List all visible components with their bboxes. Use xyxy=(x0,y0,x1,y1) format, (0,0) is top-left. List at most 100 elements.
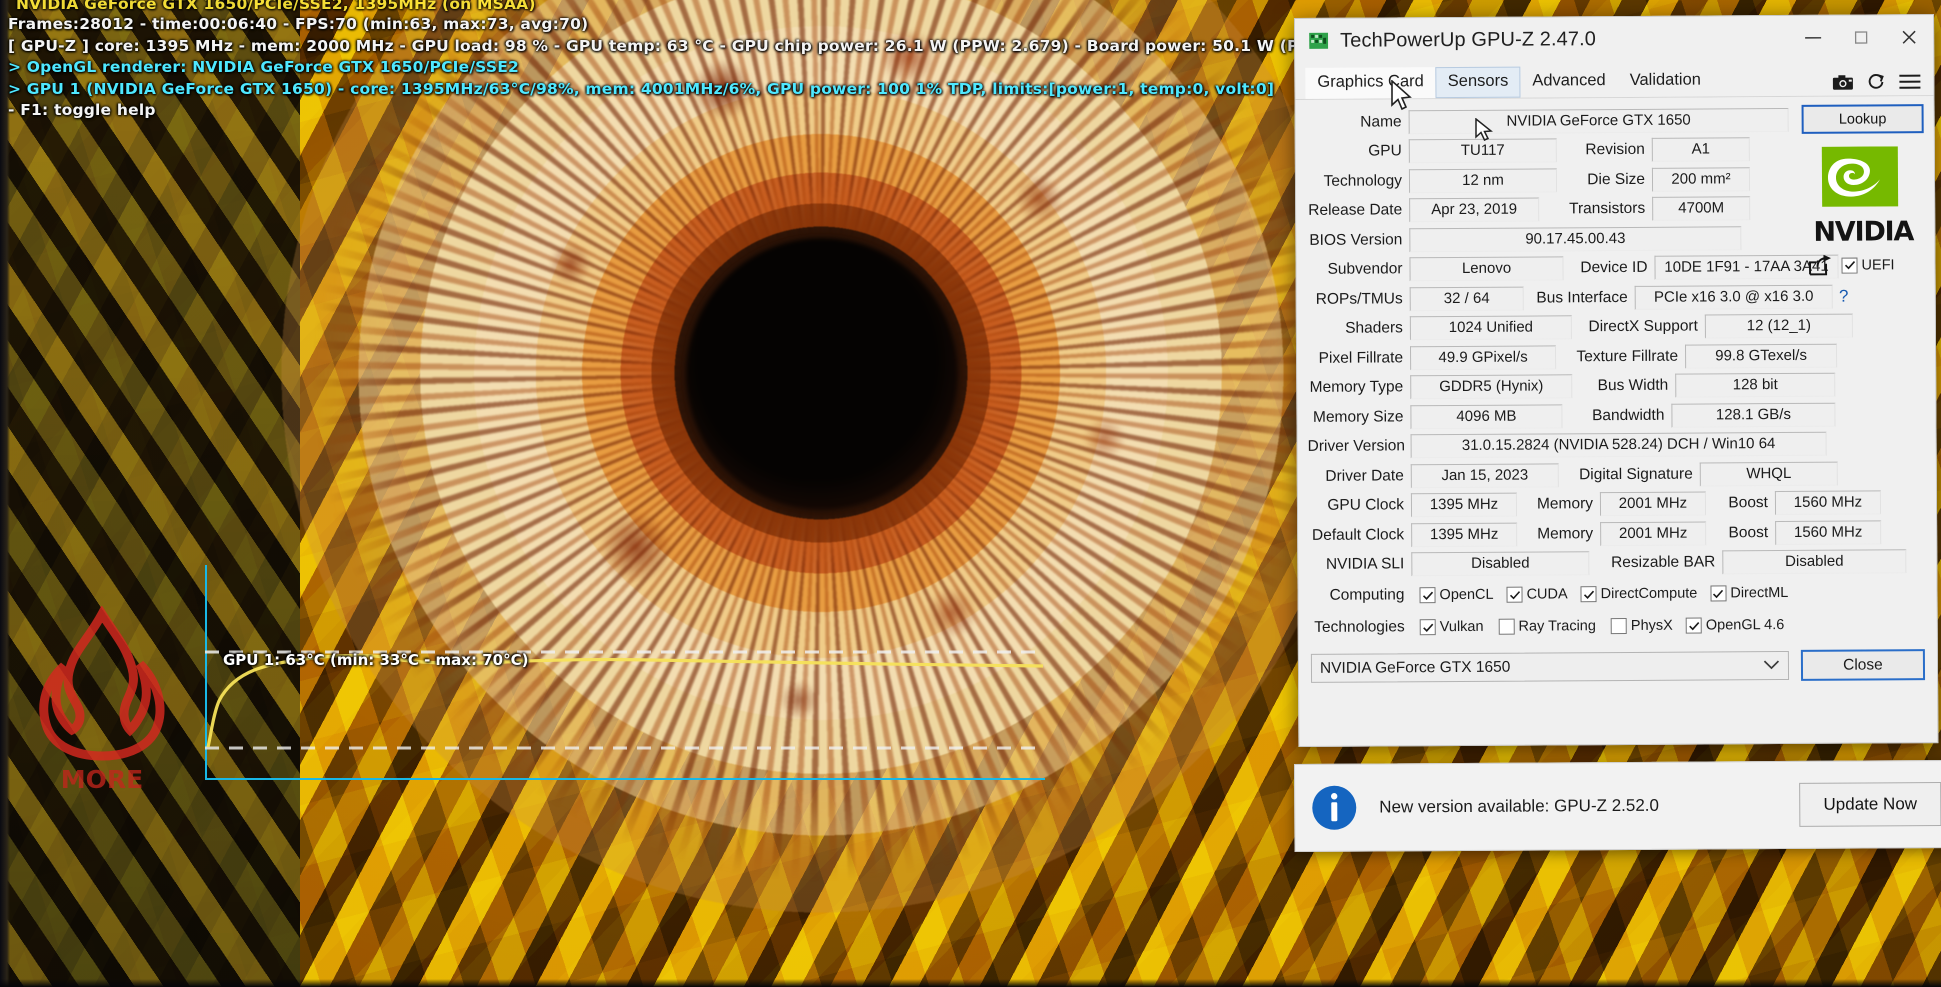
value-memory-size: 4096 MB xyxy=(1410,404,1563,430)
checkbox-opencl-label: OpenCL xyxy=(1439,586,1494,604)
lookup-button[interactable]: Lookup xyxy=(1801,104,1924,134)
mouse-cursor-name-field xyxy=(1475,118,1493,141)
checkbox-cuda-label: CUDA xyxy=(1526,586,1568,603)
tab-validation-label: Validation xyxy=(1629,70,1701,89)
label-nvidia-sli: NVIDIA SLI xyxy=(1325,555,1405,574)
tab-sensors-label: Sensors xyxy=(1447,71,1509,91)
tab-validation[interactable]: Validation xyxy=(1618,65,1713,97)
row-gpu-clock: GPU Clock 1395 MHz Memory 2001 MHz Boost… xyxy=(1308,488,1924,521)
checkbox-cuda[interactable]: CUDA xyxy=(1506,586,1568,603)
value-driver-date: Jan 15, 2023 xyxy=(1410,463,1559,489)
value-gpu-clock-memory: 2001 MHz xyxy=(1599,491,1707,517)
checkbox-directcompute-label: DirectCompute xyxy=(1600,585,1698,603)
row-nvidia-sli: NVIDIA SLI Disabled Resizable BAR Disabl… xyxy=(1308,547,1924,580)
label-memory-size: Memory Size xyxy=(1312,408,1404,426)
label-technologies: Technologies xyxy=(1314,618,1405,636)
tab-advanced-label: Advanced xyxy=(1532,71,1606,90)
monitor-bezel-bottom xyxy=(0,979,1941,987)
hamburger-menu-icon[interactable] xyxy=(1898,73,1921,90)
label-subvendor: Subvendor xyxy=(1327,260,1403,279)
value-transistors: 4700M xyxy=(1652,196,1751,222)
row-pixel-fillrate: Pixel Fillrate 49.9 GPixel/s Texture Fil… xyxy=(1307,340,1923,373)
label-resizable-bar: Resizable BAR xyxy=(1611,553,1716,572)
value-rops-tmus: 32 / 64 xyxy=(1409,286,1524,312)
vendor-panel: Lookup NVIDIA UEFI xyxy=(1801,104,1925,276)
mouse-cursor-tabstrip xyxy=(1391,80,1412,111)
left-machinery-structure xyxy=(0,0,300,987)
checkbox-opengl[interactable]: OpenGL 4.6 xyxy=(1685,617,1784,634)
label-default-clock-boost: Boost xyxy=(1728,523,1769,542)
close-icon[interactable] xyxy=(1885,15,1933,59)
checkbox-physx-box xyxy=(1610,617,1627,635)
uefi-checkbox[interactable]: UEFI xyxy=(1841,257,1895,274)
svg-text:MORE: MORE xyxy=(61,765,143,794)
value-bandwidth: 128.1 GB/s xyxy=(1671,402,1836,428)
osd-line-renderer: > OpenGL renderer: NVIDIA GeForce GTX 16… xyxy=(8,58,519,76)
label-default-clock: Default Clock xyxy=(1311,526,1405,544)
graph-temperature-line xyxy=(206,653,1044,748)
value-subvendor: Lenovo xyxy=(1409,256,1564,282)
value-nvidia-sli: Disabled xyxy=(1411,551,1590,577)
label-gpu-clock-boost: Boost xyxy=(1728,494,1769,512)
uefi-checkbox-box xyxy=(1841,257,1858,274)
tab-sensors[interactable]: Sensors xyxy=(1435,66,1521,99)
checkbox-directml[interactable]: DirectML xyxy=(1710,585,1788,602)
gpu-select-value: NVIDIA GeForce GTX 1650 xyxy=(1319,658,1511,677)
value-release-date: Apr 23, 2019 xyxy=(1409,197,1540,223)
refresh-icon[interactable] xyxy=(1866,72,1885,91)
close-button[interactable]: Close xyxy=(1800,649,1926,681)
tab-graphics-card[interactable]: Graphics Card xyxy=(1305,67,1436,99)
maximize-icon[interactable] xyxy=(1837,15,1885,59)
checkbox-ray-tracing-box xyxy=(1498,618,1515,635)
label-driver-version: Driver Version xyxy=(1307,437,1406,456)
checkbox-ray-tracing-label: Ray Tracing xyxy=(1518,618,1596,635)
checkbox-ray-tracing[interactable]: Ray Tracing xyxy=(1498,618,1596,635)
value-gpu-clock-boost: 1560 MHz xyxy=(1774,490,1882,516)
label-driver-date: Driver Date xyxy=(1325,467,1404,485)
label-shaders: Shaders xyxy=(1345,319,1403,337)
update-now-button[interactable]: Update Now xyxy=(1799,782,1941,827)
close-button-label: Close xyxy=(1843,655,1883,674)
label-bios-version: BIOS Version xyxy=(1309,231,1403,249)
gpu-select-dropdown[interactable]: NVIDIA GeForce GTX 1650 xyxy=(1310,650,1790,683)
value-bus-width: 128 bit xyxy=(1675,372,1836,398)
tab-advanced[interactable]: Advanced xyxy=(1520,66,1618,98)
label-technology: Technology xyxy=(1323,172,1403,190)
osd-clipped-line: NVIDIA GeForce GTX 1650/PCIe/SSE2, 1395M… xyxy=(16,0,536,13)
checkbox-physx[interactable]: PhysX xyxy=(1610,617,1673,635)
tabstrip-tools xyxy=(1832,72,1933,96)
nvidia-eye-icon xyxy=(1821,146,1899,207)
checkbox-vulkan-label: Vulkan xyxy=(1439,618,1484,636)
monitor-bezel-left xyxy=(0,0,10,987)
minimize-icon[interactable] xyxy=(1789,16,1837,60)
value-directx-support: 12 (12_1) xyxy=(1704,313,1853,339)
label-pixel-fillrate: Pixel Fillrate xyxy=(1318,349,1404,367)
share-export-icon[interactable] xyxy=(1808,254,1832,276)
camera-icon[interactable] xyxy=(1832,74,1853,90)
window-titlebar[interactable]: TechPowerUp GPU-Z 2.47.0 xyxy=(1295,15,1934,63)
info-icon xyxy=(1312,785,1357,830)
label-name: Name xyxy=(1360,113,1402,131)
label-rops-tmus: ROPs/TMUs xyxy=(1315,290,1403,308)
label-memory-type: Memory Type xyxy=(1309,378,1404,397)
value-gpu-clock: 1395 MHz xyxy=(1410,492,1518,518)
label-gpu: GPU xyxy=(1368,142,1402,160)
label-bandwidth: Bandwidth xyxy=(1591,406,1665,424)
label-gpu-clock-memory: Memory xyxy=(1536,495,1594,513)
value-texture-fillrate: 99.8 GTexel/s xyxy=(1685,343,1838,369)
checkbox-vulkan[interactable]: Vulkan xyxy=(1419,618,1484,636)
osd-overlay: NVIDIA GeForce GTX 1650/PCIe/SSE2, 1395M… xyxy=(8,0,1478,122)
row-default-clock: Default Clock 1395 MHz Memory 2001 MHz B… xyxy=(1308,517,1924,550)
value-default-clock-memory: 2001 MHz xyxy=(1600,521,1707,546)
bus-interface-help-icon[interactable]: ? xyxy=(1833,286,1855,306)
osd-line-gpuz: [ GPU-Z ] core: 1395 MHz - mem: 2000 MHz… xyxy=(8,36,1479,55)
label-bus-width: Bus Width xyxy=(1597,376,1669,395)
checkbox-directml-box xyxy=(1710,585,1727,602)
row-driver-version: Driver Version 31.0.15.2824 (NVIDIA 528.… xyxy=(1308,429,1924,462)
graph-plot-area xyxy=(205,650,1045,750)
window-title: TechPowerUp GPU-Z 2.47.0 xyxy=(1340,27,1597,52)
nvidia-logo: NVIDIA xyxy=(1802,146,1925,248)
label-directx-support: DirectX Support xyxy=(1588,317,1698,336)
checkbox-opencl[interactable]: OpenCL xyxy=(1419,586,1494,604)
checkbox-directcompute[interactable]: DirectCompute xyxy=(1580,585,1698,603)
